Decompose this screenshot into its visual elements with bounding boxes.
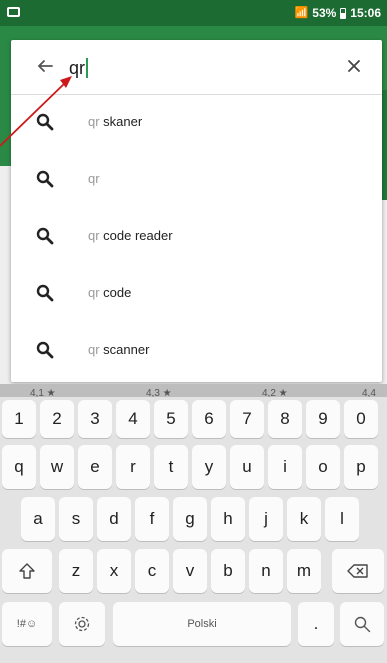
suggestion-item[interactable]: qr skaner	[11, 94, 382, 151]
key-8[interactable]: 8	[268, 400, 302, 438]
search-icon	[36, 284, 54, 302]
key-7[interactable]: 7	[230, 400, 264, 438]
key-i[interactable]: i	[268, 445, 302, 489]
backspace-icon	[347, 564, 368, 578]
search-icon	[36, 170, 54, 188]
key-x[interactable]: x	[97, 549, 131, 593]
key-a[interactable]: a	[21, 497, 55, 541]
key-2[interactable]: 2	[40, 400, 74, 438]
text-caret	[86, 58, 89, 78]
status-right: 📶 53% 15:06	[295, 6, 381, 20]
symbols-key[interactable]: !#☺	[2, 602, 52, 646]
backspace-key[interactable]	[332, 549, 384, 593]
period-key[interactable]: .	[298, 602, 334, 646]
key-n[interactable]: n	[249, 549, 283, 593]
key-y[interactable]: y	[192, 445, 226, 489]
key-u[interactable]: u	[230, 445, 264, 489]
suggestion-item[interactable]: qr scanner	[11, 322, 382, 379]
key-5[interactable]: 5	[154, 400, 188, 438]
suggestion-item[interactable]: qr	[11, 151, 382, 208]
suggestion-item[interactable]: qr code	[11, 265, 382, 322]
suggestion-item[interactable]: qr code reader	[11, 208, 382, 265]
key-l[interactable]: l	[325, 497, 359, 541]
key-v[interactable]: v	[173, 549, 207, 593]
key-q[interactable]: q	[2, 445, 36, 489]
search-icon	[36, 113, 54, 131]
key-b[interactable]: b	[211, 549, 245, 593]
key-4[interactable]: 4	[116, 400, 150, 438]
key-s[interactable]: s	[59, 497, 93, 541]
search-icon	[36, 227, 54, 245]
keyboard-settings-key[interactable]	[59, 602, 105, 646]
status-bar: 📶 53% 15:06	[0, 0, 387, 26]
key-3[interactable]: 3	[78, 400, 112, 438]
key-9[interactable]: 9	[306, 400, 340, 438]
key-1[interactable]: 1	[2, 400, 36, 438]
search-bar: qr	[11, 40, 382, 95]
search-key[interactable]	[340, 602, 384, 646]
suggestion-label: qr code reader	[88, 228, 173, 243]
screen-icon	[7, 7, 20, 17]
suggestion-label: qr code	[88, 285, 132, 300]
shift-icon	[19, 563, 35, 579]
search-icon	[36, 341, 54, 359]
suggestion-label: qr skaner	[88, 114, 143, 129]
key-k[interactable]: k	[287, 497, 321, 541]
key-g[interactable]: g	[173, 497, 207, 541]
key-c[interactable]: c	[135, 549, 169, 593]
key-h[interactable]: h	[211, 497, 245, 541]
search-query-text: qr	[69, 58, 86, 78]
key-6[interactable]: 6	[192, 400, 226, 438]
gear-icon	[74, 616, 90, 632]
key-j[interactable]: j	[249, 497, 283, 541]
suggestion-label: qr scanner	[88, 342, 150, 357]
key-w[interactable]: w	[40, 445, 74, 489]
search-suggestions-panel: qr qr skaner qr qr code reader qr code q…	[11, 40, 382, 382]
key-m[interactable]: m	[287, 549, 321, 593]
key-0[interactable]: 0	[344, 400, 378, 438]
search-icon	[354, 616, 371, 633]
key-d[interactable]: d	[97, 497, 131, 541]
key-r[interactable]: r	[116, 445, 150, 489]
key-t[interactable]: t	[154, 445, 188, 489]
soft-keyboard: 1 2 3 4 5 6 7 8 9 0 q w e r t y u i o p …	[0, 397, 387, 663]
battery-percent: 53%	[312, 6, 337, 20]
key-o[interactable]: o	[306, 445, 340, 489]
wifi-icon: 📶	[294, 7, 309, 19]
shift-key[interactable]	[2, 549, 52, 593]
arrow-left-icon[interactable]	[33, 54, 57, 78]
close-icon[interactable]	[342, 54, 366, 78]
key-p[interactable]: p	[344, 445, 378, 489]
key-e[interactable]: e	[78, 445, 112, 489]
space-key[interactable]: Polski	[113, 602, 291, 646]
suggestion-label: qr	[88, 171, 100, 186]
battery-icon	[340, 7, 347, 19]
key-f[interactable]: f	[135, 497, 169, 541]
key-z[interactable]: z	[59, 549, 93, 593]
clock: 15:06	[350, 6, 381, 20]
search-input[interactable]: qr	[69, 58, 89, 79]
